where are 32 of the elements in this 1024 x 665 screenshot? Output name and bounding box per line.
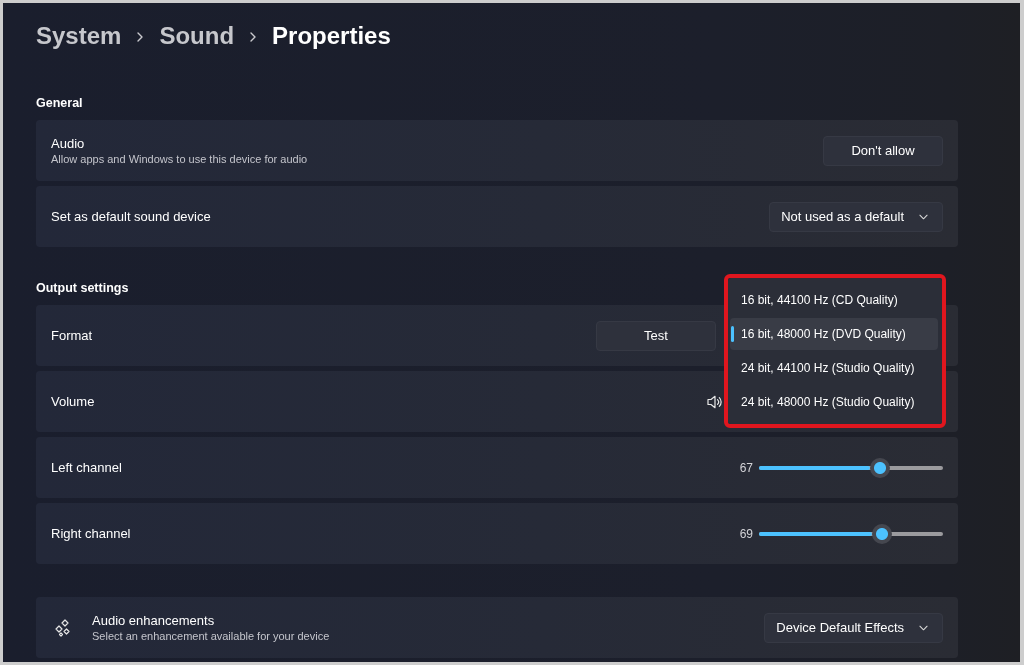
selection-bar-icon: [731, 326, 734, 342]
dropdown-button[interactable]: Device Default Effects: [764, 612, 943, 643]
menu-option[interactable]: 16 bit, 48000 Hz (DVD Quality): [730, 318, 938, 350]
breadcrumb-item[interactable]: Sound: [159, 20, 235, 52]
chevron-down-icon: [919, 213, 928, 220]
breadcrumb-item[interactable]: System: [36, 20, 122, 52]
setting-description: Select an enhancement available for your device: [92, 628, 330, 643]
slider-value: 69: [739, 526, 753, 541]
chevron-right-icon: [250, 32, 257, 42]
slider-thumb[interactable]: [872, 523, 893, 544]
section-heading: General: [36, 95, 83, 111]
setting-title: Right channel: [51, 525, 131, 542]
speaker-icon[interactable]: [707, 394, 722, 409]
chevron-down-icon: [919, 624, 928, 631]
section-heading: Output settings: [36, 280, 129, 296]
menu-option[interactable]: 24 bit, 48000 Hz (Studio Quality): [730, 386, 938, 418]
dropdown-button[interactable]: Not used as a default: [769, 201, 943, 232]
slider-thumb[interactable]: [870, 457, 891, 478]
action-button[interactable]: Don't allow: [823, 135, 943, 166]
slider-value: 67: [739, 460, 753, 475]
breadcrumb-item: Properties: [272, 21, 391, 51]
action-button[interactable]: Test: [596, 320, 716, 351]
setting-title: Format: [51, 327, 93, 344]
setting-title: Volume: [51, 393, 95, 410]
setting-description: Allow apps and Windows to use this device for audio: [51, 151, 308, 166]
chevron-right-icon: [137, 32, 144, 42]
menu-option[interactable]: 24 bit, 44100 Hz (Studio Quality): [730, 352, 938, 384]
setting-title: Audio: [51, 135, 85, 152]
setting-title: Audio enhancements: [92, 612, 215, 629]
menu-option[interactable]: 16 bit, 44100 Hz (CD Quality): [730, 284, 938, 316]
setting-title: Left channel: [51, 459, 122, 476]
setting-title: Set as default sound device: [51, 208, 211, 225]
